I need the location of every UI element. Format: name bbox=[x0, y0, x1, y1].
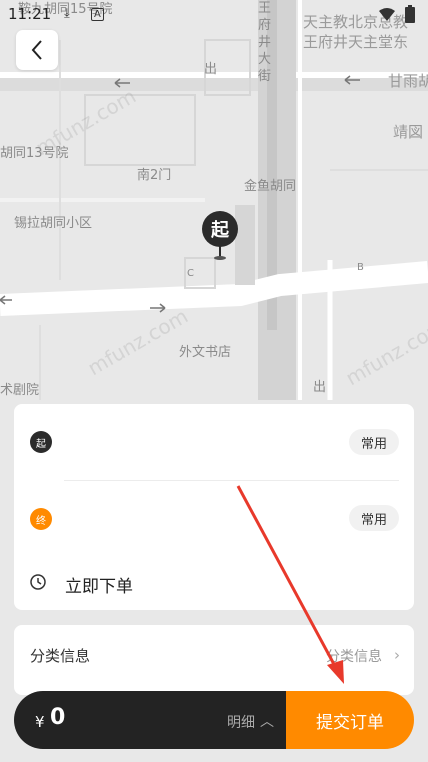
annotation-arrow bbox=[236, 485, 344, 684]
